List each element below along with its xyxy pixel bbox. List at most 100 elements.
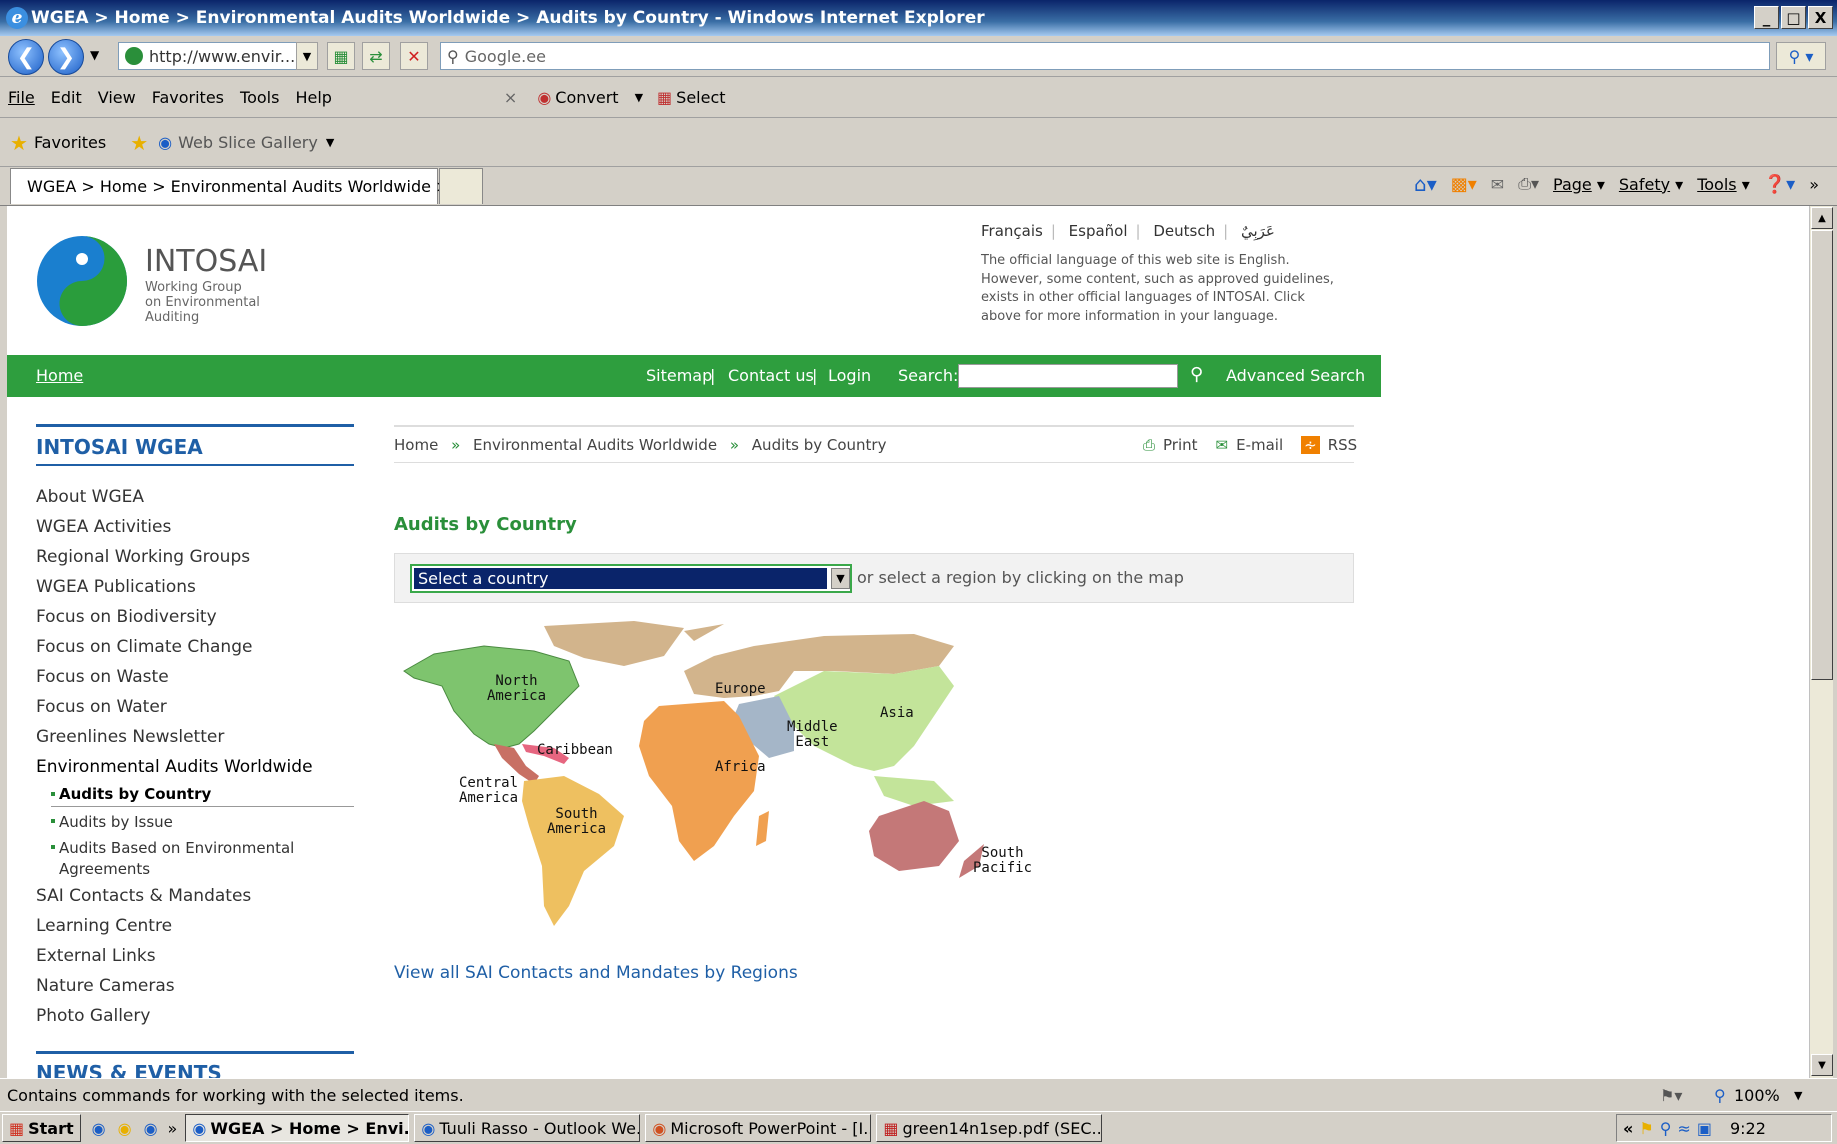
lang-arabic[interactable]: عَرَبِيٌ [1241, 222, 1275, 240]
scroll-up-icon[interactable]: ▲ [1811, 207, 1833, 229]
email-link[interactable]: E-mail [1236, 436, 1283, 454]
convert-dropdown-icon[interactable]: ▼ [635, 91, 643, 104]
region-se-asia[interactable] [874, 776, 954, 806]
nav-climate-change[interactable]: Focus on Climate Change [36, 637, 252, 657]
nav-sai-contacts[interactable]: SAI Contacts & Mandates [36, 886, 251, 906]
stop-button[interactable]: ✕ [400, 42, 428, 70]
nav-waste[interactable]: Focus on Waste [36, 667, 169, 687]
label-africa[interactable]: Africa [715, 760, 766, 775]
taskbar-item-outlook[interactable]: ◉ Tuuli Rasso - Outlook We... [414, 1114, 641, 1142]
convert-button[interactable]: Convert [555, 88, 618, 107]
scroll-down-icon[interactable]: ▼ [1811, 1054, 1833, 1076]
add-favorite-icon[interactable]: ★ [130, 131, 148, 155]
taskbar-item-ie[interactable]: ◉ WGEA > Home > Envi... [185, 1114, 410, 1142]
tab-wgea[interactable]: WGEA > Home > Environmental Audits World… [10, 168, 470, 204]
menu-favorites[interactable]: Favorites [152, 88, 224, 107]
nav-regional-groups[interactable]: Regional Working Groups [36, 547, 250, 567]
nav-home-link[interactable]: Home [36, 366, 83, 385]
nav-external-links[interactable]: External Links [36, 946, 156, 966]
back-button[interactable]: ❮ [8, 39, 44, 75]
label-europe[interactable]: Europe [715, 682, 766, 697]
page-scrollbar[interactable]: ▲ ▼ [1809, 206, 1833, 1078]
scroll-thumb[interactable] [1811, 230, 1833, 680]
nav-learning-centre[interactable]: Learning Centre [36, 916, 172, 936]
taskbar-item-pdf[interactable]: ▦ green14n1sep.pdf (SEC... [876, 1114, 1103, 1142]
monitor-icon[interactable]: ▣ [1697, 1119, 1712, 1138]
favorites-button[interactable]: Favorites [34, 133, 106, 152]
subnav-audits-by-country[interactable]: Audits by Country [59, 785, 211, 803]
search-submit-icon[interactable]: ⚲ [1190, 364, 1203, 385]
search-go-button[interactable]: ⚲ ▾ [1776, 42, 1826, 70]
advanced-search-link[interactable]: Advanced Search [1226, 366, 1365, 385]
nav-environmental-audits[interactable]: Environmental Audits Worldwide [36, 757, 313, 777]
menu-file[interactable]: File [8, 88, 35, 107]
country-select[interactable]: Select a country ▼ [410, 564, 852, 593]
tray-expand[interactable]: « [1623, 1119, 1633, 1138]
history-dropdown-icon[interactable]: ▼ [90, 48, 99, 62]
print-link[interactable]: Print [1163, 436, 1198, 454]
safety-menu[interactable]: Safety ▾ [1619, 175, 1683, 194]
breadcrumb-home[interactable]: Home [394, 436, 438, 454]
breadcrumb-env-audits[interactable]: Environmental Audits Worldwide [473, 436, 717, 454]
sitemap-link[interactable]: Sitemap [646, 366, 712, 385]
nav-photo-gallery[interactable]: Photo Gallery [36, 1006, 150, 1026]
region-south-pacific[interactable] [869, 801, 959, 871]
quicklaunch-ie-icon[interactable]: ◉ [92, 1119, 106, 1138]
site-search-input[interactable] [958, 364, 1178, 388]
new-tab-button[interactable] [439, 168, 483, 204]
nav-nature-cameras[interactable]: Nature Cameras [36, 976, 175, 996]
help-icon[interactable]: ❓▾ [1764, 174, 1795, 195]
clock[interactable]: 9:22 [1730, 1119, 1766, 1138]
region-madagascar[interactable] [756, 811, 769, 846]
print-icon[interactable]: ⎙▾ [1518, 174, 1539, 194]
nav-publications[interactable]: WGEA Publications [36, 577, 196, 597]
subnav-audits-agreements[interactable]: Audits Based on Environmental Agreements [59, 839, 294, 878]
contact-link[interactable]: Contact us [728, 366, 814, 385]
taskbar-item-powerpoint[interactable]: ◉ Microsoft PowerPoint - [I... [645, 1114, 872, 1142]
zoom-level[interactable]: 100% [1734, 1086, 1780, 1105]
lang-german[interactable]: Deutsch [1153, 222, 1215, 240]
region-africa[interactable] [639, 701, 759, 861]
nav-about-wgea[interactable]: About WGEA [36, 487, 144, 507]
maximize-button[interactable]: □ [1781, 6, 1806, 29]
region-arctic[interactable] [544, 621, 684, 666]
nav-water[interactable]: Focus on Water [36, 697, 167, 717]
search-input[interactable]: ⚲ Google.ee [440, 42, 1770, 70]
search-tray-icon[interactable]: ⚲ [1660, 1119, 1672, 1138]
more-commands-button[interactable]: » [1809, 175, 1819, 194]
quicklaunch-more[interactable]: » [168, 1119, 178, 1138]
address-dropdown-button[interactable]: ▼ [296, 42, 318, 70]
quicklaunch-app-icon[interactable]: ◉ [144, 1119, 158, 1138]
refresh-button[interactable]: ⇄ [362, 42, 390, 70]
minimize-button[interactable]: _ [1754, 6, 1779, 29]
label-south-america[interactable]: South America [547, 807, 606, 837]
nav-biodiversity[interactable]: Focus on Biodiversity [36, 607, 217, 627]
rss-link[interactable]: RSS [1328, 436, 1357, 454]
home-icon[interactable]: ⌂▾ [1414, 172, 1437, 196]
region-arctic-islands[interactable] [684, 624, 724, 641]
login-link[interactable]: Login [828, 366, 871, 385]
label-south-pacific[interactable]: South Pacific [973, 846, 1032, 876]
tools-menu[interactable]: Tools ▾ [1697, 175, 1750, 194]
security-icon[interactable]: ⚑ [1639, 1119, 1653, 1138]
lang-spanish[interactable]: Español [1069, 222, 1128, 240]
label-north-america[interactable]: North America [487, 674, 546, 704]
select-dropdown-icon[interactable]: ▼ [831, 568, 850, 589]
subnav-audits-by-issue[interactable]: Audits by Issue [59, 813, 173, 831]
web-slice-dropdown-icon[interactable]: ▼ [326, 136, 334, 149]
label-asia[interactable]: Asia [880, 706, 914, 721]
lang-french[interactable]: Français [981, 222, 1043, 240]
forward-button[interactable]: ❯ [48, 39, 84, 75]
protected-mode-icon[interactable]: ⚑▾ [1660, 1086, 1682, 1105]
close-button[interactable]: X [1808, 6, 1833, 29]
menu-edit[interactable]: Edit [51, 88, 82, 107]
label-caribbean[interactable]: Caribbean [537, 743, 613, 758]
label-middle-east[interactable]: Middle East [787, 720, 838, 750]
select-button[interactable]: Select [676, 88, 725, 107]
nav-greenlines[interactable]: Greenlines Newsletter [36, 727, 224, 747]
page-menu[interactable]: Page ▾ [1553, 175, 1605, 194]
view-all-contacts-link[interactable]: View all SAI Contacts and Mandates by Re… [394, 963, 798, 983]
menu-help[interactable]: Help [295, 88, 331, 107]
network-icon[interactable]: ≈ [1677, 1119, 1690, 1138]
start-button[interactable]: ▦ Start [2, 1114, 81, 1142]
